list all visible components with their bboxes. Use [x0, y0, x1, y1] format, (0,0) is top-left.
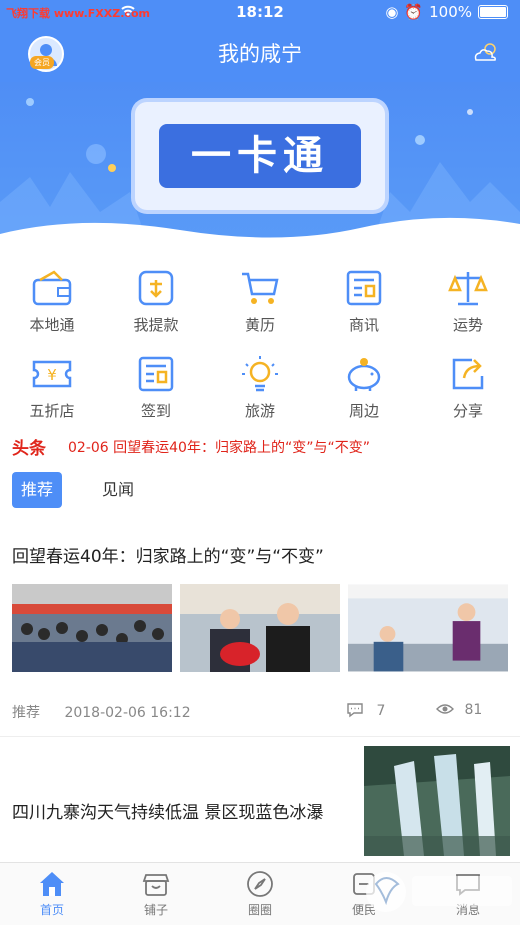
grid-item-withdraw[interactable]: 我提款	[104, 262, 208, 342]
grid-item-almanac[interactable]: 黄历	[208, 262, 312, 342]
content-tabs: 推荐 见闻	[0, 472, 520, 512]
watermark-logo	[366, 872, 512, 912]
cart-icon	[242, 272, 279, 304]
grid-label: 运势	[452, 316, 483, 334]
withdraw-icon	[138, 270, 174, 306]
grid-label: 本地通	[29, 316, 75, 334]
grid-item-checkin[interactable]: 签到	[104, 348, 208, 428]
headline-ticker[interactable]: 头条 02-06 回望春运40年：归家路上的“变”与“不变”	[0, 432, 520, 460]
grid-item-business-news[interactable]: 商讯	[312, 262, 416, 342]
status-bar: 飞翔下载 www.FXXZ.com 18:12 ◉ ⏰ 100%	[0, 0, 520, 26]
app-header: 会员 我的咸宁	[0, 26, 520, 82]
weather-icon[interactable]	[472, 42, 500, 62]
battery-icon	[478, 5, 508, 19]
piggy-icon	[347, 358, 381, 391]
thumbnail-image	[180, 584, 340, 672]
article-tag: 推荐	[12, 705, 40, 721]
bulb-icon	[242, 356, 278, 392]
grid-item-half-price[interactable]: ¥ 五折店	[0, 348, 104, 428]
comment-icon	[347, 703, 363, 718]
grid-label: 分享	[452, 402, 483, 420]
grid-label: 五折店	[29, 402, 75, 420]
svg-text:¥: ¥	[47, 366, 57, 384]
scale-icon	[448, 272, 488, 306]
grid-label: 签到	[140, 402, 171, 420]
thumbnail-image	[12, 584, 172, 672]
rotation-lock-icon: ◉	[385, 3, 399, 21]
one-card-panel: 一卡通	[135, 102, 385, 210]
article-image	[364, 746, 510, 856]
divider	[0, 736, 520, 737]
nav-shop[interactable]: 铺子	[104, 869, 208, 918]
grid-item-share[interactable]: 分享	[416, 348, 520, 428]
article-date: 2018-02-06 16:12	[64, 705, 191, 721]
page-title: 我的咸宁	[218, 42, 302, 66]
battery-percent: 100%	[429, 3, 472, 21]
home-icon	[40, 872, 64, 896]
nav-label: 首页	[39, 903, 64, 917]
nav-home[interactable]: 首页	[0, 869, 104, 918]
checkin-icon	[138, 356, 174, 392]
compass-icon	[247, 871, 273, 897]
grid-label: 商讯	[348, 316, 379, 334]
comment-count-wrap[interactable]: 7	[346, 702, 385, 719]
grid-label: 周边	[348, 402, 379, 420]
alarm-icon: ⏰	[404, 3, 424, 21]
tab-recommend[interactable]: 推荐	[12, 472, 62, 508]
status-right: ◉ ⏰ 100%	[385, 3, 508, 21]
grid-label: 旅游	[244, 402, 275, 420]
tab-insights[interactable]: 见闻	[102, 472, 134, 508]
view-count-wrap: 81	[436, 702, 482, 718]
article-meta: 推荐 2018-02-06 16:12 7 81	[12, 702, 508, 722]
coupon-icon: ¥	[32, 360, 72, 388]
article-title[interactable]: 回望春运40年：归家路上的“变”与“不变”	[12, 542, 324, 567]
nav-label: 铺子	[143, 903, 168, 917]
thumbnail-image	[348, 584, 508, 672]
nav-circle[interactable]: 圈圈	[208, 869, 312, 918]
article-thumbnails	[12, 584, 510, 672]
grid-label: 我提款	[133, 316, 179, 334]
news-icon	[346, 270, 382, 306]
wallet-icon	[32, 270, 72, 306]
grid-item-nearby[interactable]: 周边	[312, 348, 416, 428]
share-icon	[452, 358, 484, 390]
headline-logo: 头条	[12, 439, 46, 459]
ticker-text[interactable]: 02-06 回望春运40年：归家路上的“变”与“不变”	[68, 437, 370, 457]
banner-text: 一卡通	[159, 124, 361, 188]
banner-wave	[0, 217, 520, 250]
nav-label: 圈圈	[247, 903, 272, 917]
shop-icon	[142, 874, 170, 896]
grid-label: 黄历	[244, 316, 275, 334]
comment-count: 7	[376, 703, 386, 719]
view-count: 81	[464, 702, 483, 718]
banner[interactable]: 一卡通	[0, 82, 520, 250]
article-title[interactable]: 四川九寨沟天气持续低温 景区现蓝色冰瀑	[12, 798, 323, 823]
grid-item-fortune[interactable]: 运势	[416, 262, 520, 342]
eye-icon	[436, 704, 454, 714]
grid-item-local[interactable]: 本地通	[0, 262, 104, 342]
grid-item-travel[interactable]: 旅游	[208, 348, 312, 428]
